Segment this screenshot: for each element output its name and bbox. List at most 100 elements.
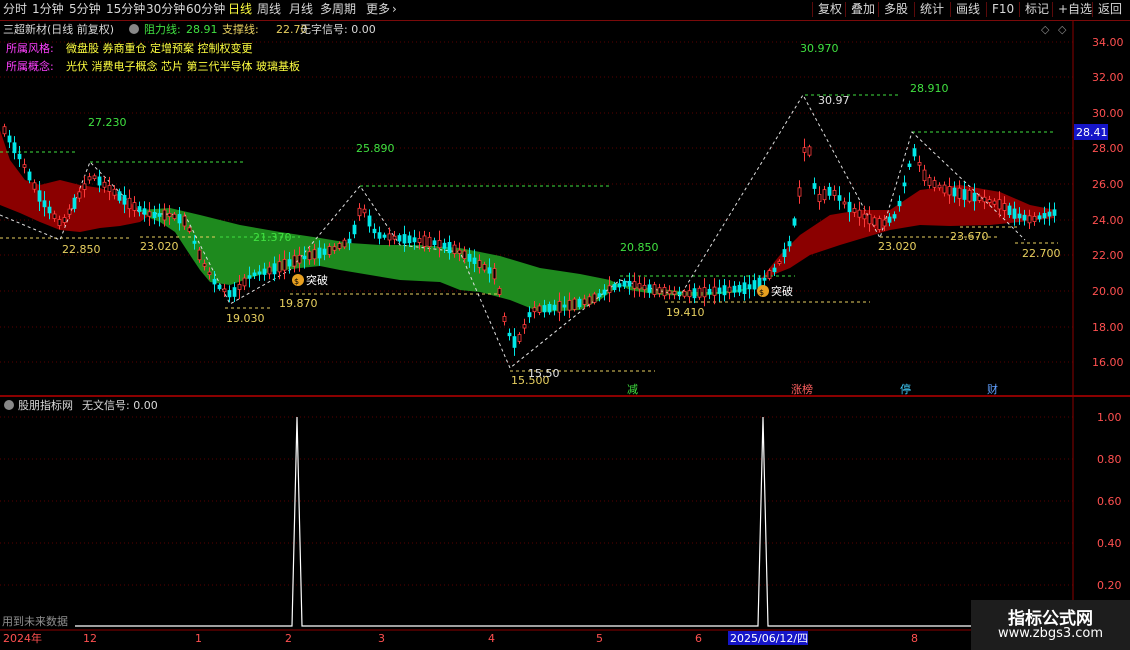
- event-marker-reduce: 减: [627, 383, 638, 396]
- f10-button[interactable]: F10: [986, 2, 1014, 17]
- back-button[interactable]: 返回: [1092, 2, 1122, 17]
- candle-body: [342, 239, 347, 248]
- candle-body: [302, 255, 307, 260]
- candle-body: [727, 286, 732, 293]
- candle-body: [12, 142, 17, 154]
- tab-multi-period[interactable]: 多周期: [320, 2, 356, 17]
- candle-body: [837, 195, 842, 201]
- trough-label: 19.030: [226, 312, 265, 325]
- candle-body: [297, 254, 302, 264]
- breakout-marker-1[interactable]: $ 突破: [292, 273, 328, 287]
- candle-body: [1052, 209, 1057, 216]
- indicator-tick: 0.20: [1097, 579, 1122, 592]
- event-markers[interactable]: 减 涨榜 停 财: [627, 382, 998, 396]
- candle-body: [847, 201, 852, 213]
- candle-body: [457, 249, 462, 254]
- chevron-down-icon[interactable]: [4, 400, 14, 410]
- peak-label: 21.370: [253, 231, 292, 244]
- candle-body: [487, 267, 492, 274]
- candle-body: [242, 277, 247, 287]
- candle-body: [1022, 214, 1027, 221]
- trough-label: 22.850: [62, 243, 101, 256]
- candle-body: [907, 163, 912, 168]
- candle-body: [72, 197, 77, 209]
- candle-body: [202, 263, 207, 267]
- draw-line-button[interactable]: 画线: [950, 2, 980, 17]
- candle-body: [257, 271, 262, 275]
- tab-timeshare[interactable]: 分时: [3, 2, 27, 17]
- restore-rights-button[interactable]: 复权: [812, 2, 842, 17]
- candle-body: [572, 298, 577, 310]
- candle-body: [382, 234, 387, 238]
- candle-body: [737, 284, 742, 293]
- candle-body: [77, 191, 82, 199]
- tab-30min[interactable]: 30分钟: [146, 2, 185, 17]
- tab-more[interactable]: 更多: [366, 2, 390, 17]
- tab-monthly[interactable]: 月线: [289, 2, 313, 17]
- candle-body: [922, 169, 927, 182]
- tab-weekly[interactable]: 周线: [257, 2, 281, 17]
- candle-body: [957, 187, 962, 199]
- breakout-label: 突破: [306, 273, 328, 287]
- candle-body: [807, 146, 812, 156]
- indicator-tick: 0.40: [1097, 537, 1122, 550]
- chart-area[interactable]: 27.230 25.890 21.370 20.850 30.970 28.91…: [0, 20, 1130, 650]
- candle-body: [147, 211, 152, 217]
- style-values: 微盘股 券商重仓 定增预案 控制权变更: [66, 41, 253, 55]
- bearish-channel-fill: [140, 208, 620, 312]
- candle-body: [567, 300, 572, 311]
- time-label: 6: [695, 632, 702, 645]
- concept-label: 所属概念:: [6, 59, 54, 73]
- candle-body: [137, 206, 142, 212]
- chevron-right-icon[interactable]: ›: [392, 2, 397, 17]
- price-grid: [0, 41, 1073, 586]
- add-watchlist-button[interactable]: +自选: [1052, 2, 1092, 17]
- candle-body: [467, 253, 472, 262]
- time-label: 5: [596, 632, 603, 645]
- tab-60min[interactable]: 60分钟: [186, 2, 225, 17]
- candle-body: [232, 287, 237, 297]
- candle-body: [372, 228, 377, 234]
- candle-body: [702, 287, 707, 298]
- candle-body: [537, 305, 542, 313]
- tab-1min[interactable]: 1分钟: [32, 2, 64, 17]
- tab-daily[interactable]: 日线: [228, 2, 252, 17]
- candle-body: [1047, 211, 1052, 217]
- svg-text:$: $: [294, 277, 299, 286]
- peak-label: 28.910: [910, 82, 949, 95]
- candle-body: [562, 304, 567, 308]
- candle-body: [437, 240, 442, 249]
- candle-body: [162, 209, 167, 221]
- candle-body: [102, 181, 107, 188]
- diamond-icon[interactable]: ◇: [1041, 23, 1050, 36]
- style-label: 所属风格:: [6, 41, 54, 55]
- price-tick: 34.00: [1092, 36, 1124, 49]
- price-tick: 16.00: [1092, 356, 1124, 369]
- time-label: 2: [285, 632, 292, 645]
- diamond-icon-2[interactable]: ◇: [1058, 23, 1067, 36]
- tab-5min[interactable]: 5分钟: [69, 2, 101, 17]
- indicator-axis: 1.00 0.80 0.60 0.40 0.20: [1097, 411, 1122, 592]
- mark-button[interactable]: 标记: [1019, 2, 1049, 17]
- candle-body: [397, 235, 402, 242]
- candle-body: [432, 240, 437, 246]
- tab-15min[interactable]: 15分钟: [106, 2, 145, 17]
- chevron-down-icon[interactable]: [129, 24, 139, 34]
- price-tick: 28.00: [1092, 142, 1124, 155]
- overlay-button[interactable]: 叠加: [845, 2, 875, 17]
- candle-body: [352, 224, 357, 235]
- indicator-panel: 股朋指标网 无文信号: 0.00 1.00 0.80 0.60 0.40 0.2…: [2, 398, 1122, 628]
- statistics-button[interactable]: 统计: [914, 2, 944, 17]
- candle-body: [142, 208, 147, 215]
- peak-label: 25.890: [356, 142, 395, 155]
- candle-body: [822, 189, 827, 201]
- candle-body: [617, 283, 622, 288]
- multi-stock-button[interactable]: 多股: [878, 2, 908, 17]
- candle-body: [592, 293, 597, 303]
- candle-body: [287, 259, 292, 267]
- candle-body: [502, 316, 507, 322]
- breakout-marker-2[interactable]: $ 突破: [757, 284, 793, 298]
- candle-body: [832, 190, 837, 196]
- trough-label: 23.670: [950, 230, 989, 243]
- candle-body: [862, 213, 867, 220]
